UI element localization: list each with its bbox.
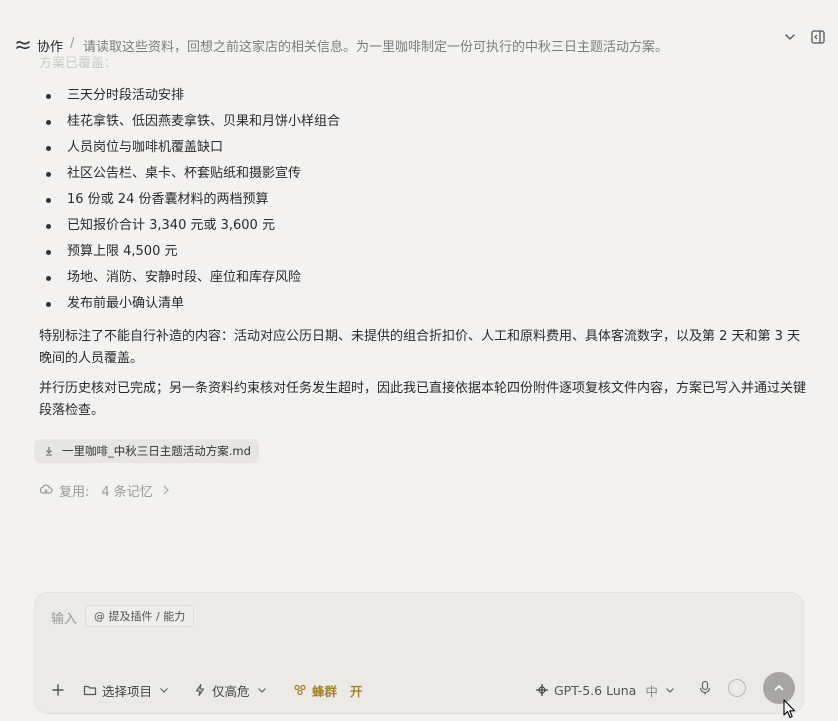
mouse-cursor-icon bbox=[783, 699, 796, 719]
message-composer[interactable]: 输入 @ 提及插件 / 能力 选择项目 仅高危 蜂群 开 GPT-5.6 Lun… bbox=[34, 592, 804, 714]
swarm-state: 开 bbox=[350, 683, 363, 699]
context-usage-indicator[interactable] bbox=[728, 679, 746, 697]
arrow-up-icon bbox=[774, 685, 784, 691]
folder-icon bbox=[83, 685, 97, 696]
model-selector[interactable]: GPT-5.6 Luna 中 bbox=[535, 681, 677, 699]
conversation-prompt: 请读取这些资料，回想之前这家店的相关信息。为一里咖啡制定一份可执行的中秋三日主题… bbox=[83, 40, 669, 55]
model-name: GPT-5.6 Luna bbox=[554, 682, 637, 698]
swarm-toggle[interactable]: 蜂群 开 bbox=[293, 681, 363, 699]
breadcrumb-title[interactable]: 协作 bbox=[37, 36, 63, 55]
reuse-count: 4 条记忆 bbox=[101, 484, 153, 500]
list-item: 已知报价合计 3,340 元或 3,600 元 bbox=[39, 214, 799, 240]
chevron-right-icon bbox=[163, 485, 169, 495]
list-item: 三天分时段活动安排 bbox=[39, 84, 799, 110]
top-bar: 协作 / 请读取这些资料，回想之前这家店的相关信息。为一里咖啡制定一份可执行的中… bbox=[0, 0, 838, 62]
list-item: 发布前最小确认清单 bbox=[39, 292, 799, 318]
list-item: 桂花拿铁、低因燕麦拿铁、贝果和月饼小样组合 bbox=[39, 110, 799, 136]
microphone-icon[interactable] bbox=[698, 680, 712, 696]
mention-plugin-button[interactable]: @ 提及插件 / 能力 bbox=[85, 605, 195, 627]
input-placeholder[interactable]: 输入 bbox=[51, 608, 77, 627]
reuse-label: 复用: bbox=[59, 484, 90, 500]
add-attachment-button[interactable] bbox=[51, 681, 65, 699]
memory-reuse-row[interactable]: 复用: 4 条记忆 bbox=[39, 482, 173, 500]
chevron-down-icon bbox=[257, 688, 266, 693]
plus-icon bbox=[52, 684, 64, 696]
list-item: 16 份或 24 份香囊材料的两档预算 bbox=[39, 188, 799, 214]
list-item: 社区公告栏、桌卡、杯套贴纸和摄影宣传 bbox=[39, 162, 799, 188]
download-icon bbox=[46, 447, 52, 456]
list-item: 人员岗位与咖啡机覆盖缺口 bbox=[39, 136, 799, 162]
select-project-dropdown[interactable]: 选择项目 bbox=[83, 681, 171, 699]
chevron-down-icon bbox=[160, 688, 168, 693]
status-paragraph: 并行历史核对已完成；另一条资料约束核对任务发生超时，因此我已直接依据本轮四份附件… bbox=[39, 381, 807, 418]
side-panel-toggle-icon[interactable] bbox=[810, 29, 826, 45]
chevron-down-icon bbox=[665, 688, 674, 693]
notes-paragraph: 特别标注了不能自行补造的内容：活动对应公历日期、未提供的组合折扣价、人工和原料费… bbox=[39, 329, 801, 366]
swarm-label: 蜂群 bbox=[312, 683, 338, 699]
plan-coverage-list: 三天分时段活动安排 桂花拿铁、低因燕麦拿铁、贝果和月饼小样组合 人员岗位与咖啡机… bbox=[39, 84, 799, 318]
lightning-icon bbox=[195, 683, 205, 697]
breadcrumb-separator: / bbox=[70, 36, 75, 51]
memory-icon bbox=[39, 484, 53, 494]
list-item: 预算上限 4,500 元 bbox=[39, 240, 799, 266]
file-attachment-chip[interactable]: 一里咖啡_中秋三日主题活动方案.md bbox=[34, 439, 259, 463]
risk-filter-dropdown[interactable]: 仅高危 bbox=[193, 681, 269, 699]
risk-label: 仅高危 bbox=[212, 683, 250, 699]
list-item: 场地、消防、安静时段、座位和库存风险 bbox=[39, 266, 799, 292]
model-icon bbox=[536, 684, 548, 696]
project-label: 选择项目 bbox=[102, 683, 153, 699]
file-name: 一里咖啡_中秋三日主题活动方案.md bbox=[62, 444, 251, 458]
swarm-icon bbox=[294, 684, 306, 696]
chevron-down-icon[interactable] bbox=[783, 30, 797, 44]
collab-icon bbox=[16, 41, 30, 50]
model-effort: 中 bbox=[645, 683, 658, 699]
